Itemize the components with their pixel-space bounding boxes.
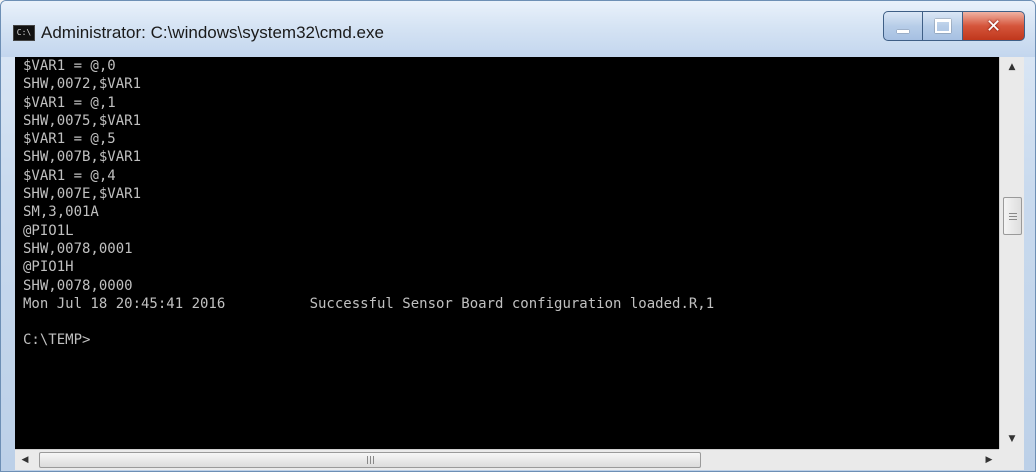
scroll-up-arrow-icon: ▲ <box>1008 62 1016 72</box>
close-button[interactable]: ✕ <box>963 11 1025 41</box>
command-prompt-line[interactable]: C:\TEMP> <box>15 331 999 349</box>
console-line: $VAR1 = @,4 <box>23 167 116 184</box>
caption-buttons: ✕ <box>883 11 1025 43</box>
close-icon: ✕ <box>985 15 1002 37</box>
maximize-button[interactable] <box>923 11 963 41</box>
title-bar[interactable]: C:\ Administrator: C:\windows\system32\c… <box>1 1 1035 57</box>
minimize-icon <box>897 29 909 33</box>
horizontal-scrollbar[interactable]: ◀ ▶ <box>15 449 999 470</box>
scroll-left-button[interactable]: ◀ <box>15 450 35 470</box>
scroll-right-button[interactable]: ▶ <box>979 450 999 470</box>
grip-icon <box>1008 212 1017 220</box>
console-output[interactable]: $VAR1 = @,0 SHW,0072,$VAR1 $VAR1 = @,1 S… <box>15 57 999 449</box>
console-line: $VAR1 = @,5 <box>23 131 116 148</box>
console-line: SHW,007B,$VAR1 <box>23 149 142 166</box>
console-line: SHW,007E,$VAR1 <box>23 186 142 203</box>
console-line: $VAR1 = @,1 <box>23 94 116 111</box>
vertical-scroll-thumb[interactable] <box>1003 197 1022 235</box>
horizontal-scroll-thumb[interactable] <box>39 452 701 468</box>
cmd-icon[interactable]: C:\ <box>13 25 35 41</box>
console-line: @PIO1H <box>23 259 74 276</box>
scroll-up-button[interactable]: ▲ <box>1000 57 1024 77</box>
scrollbar-corner <box>999 449 1024 470</box>
console-line: SM,3,001A <box>23 204 99 221</box>
console-line: SHW,0075,$VAR1 <box>23 112 142 129</box>
window-title: Administrator: C:\windows\system32\cmd.e… <box>41 23 384 42</box>
vertical-scrollbar[interactable]: ▲ ▼ <box>999 57 1024 449</box>
console-line: Mon Jul 18 20:45:41 2016 Successful Sens… <box>23 295 715 312</box>
console-line: SHW,0078,0000 <box>23 277 133 294</box>
cmd-window: C:\ Administrator: C:\windows\system32\c… <box>0 0 1036 472</box>
console-line: SHW,0072,$VAR1 <box>23 76 142 93</box>
grip-icon <box>366 456 374 464</box>
console-line: SHW,0078,0001 <box>23 240 133 257</box>
minimize-button[interactable] <box>883 11 923 41</box>
console-line: $VAR1 = @,0 <box>23 58 116 74</box>
scroll-right-arrow-icon: ▶ <box>985 455 993 465</box>
scroll-down-arrow-icon: ▼ <box>1008 434 1016 444</box>
scroll-left-arrow-icon: ◀ <box>21 455 29 465</box>
console-line: @PIO1L <box>23 222 74 239</box>
maximize-icon <box>934 19 951 33</box>
scroll-down-button[interactable]: ▼ <box>1000 429 1024 449</box>
